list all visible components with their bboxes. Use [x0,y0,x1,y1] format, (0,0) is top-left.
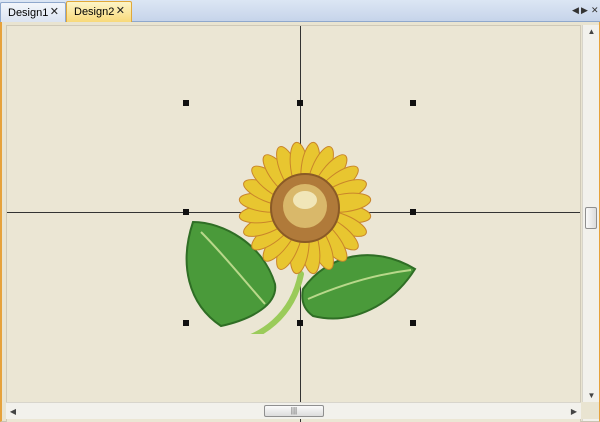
close-document-icon[interactable]: ✕ [591,5,599,15]
scroll-up-icon[interactable]: ▲ [583,25,600,39]
selection-handle-top-left[interactable] [183,100,189,106]
tab-design1[interactable]: Design1 ✕ [0,2,66,22]
selection-handle-bottom-left[interactable] [183,320,189,326]
sunflower-center-highlight [293,191,317,209]
tab-design2-label: Design2 [74,6,115,18]
tab-design2[interactable]: Design2 ✕ [66,1,132,22]
scroll-right-icon[interactable]: ▶ [567,403,581,420]
selection-handle-bottom-center[interactable] [297,320,303,326]
tab-design1-close-icon[interactable]: ✕ [50,7,59,18]
scroll-left-icon[interactable]: ◀ [6,403,20,420]
tab-design1-label: Design1 [8,6,49,19]
horizontal-scrollbar[interactable]: ◀ ||| ▶ [6,402,581,419]
selection-handle-bottom-right[interactable] [410,320,416,326]
scrollbar-corner [582,402,599,419]
vertical-scroll-thumb[interactable] [585,207,597,229]
selection-handle-middle-right[interactable] [410,209,416,215]
selection-handle-top-right[interactable] [410,100,416,106]
selection-handle-middle-left[interactable] [183,209,189,215]
horizontal-scroll-thumb[interactable]: ||| [264,405,324,417]
design-canvas[interactable] [6,25,581,422]
vertical-scrollbar[interactable]: ▲ ▼ [582,25,599,421]
document-tab-bar: Design1 ✕ Design2 ✕ ◀ ▶ ✕ [0,0,600,22]
selection-handle-top-center[interactable] [297,100,303,106]
scroll-down-icon[interactable]: ▼ [583,389,600,403]
sunflower-embroidery-design[interactable] [183,104,419,334]
design-window: ▲ ▼ ◀ ||| ▶ [0,22,600,422]
tab-scroll-right-icon[interactable]: ▶ [581,5,588,15]
tab-scroll-left-icon[interactable]: ◀ [572,5,579,15]
tab-design2-close-icon[interactable]: ✕ [116,6,125,17]
